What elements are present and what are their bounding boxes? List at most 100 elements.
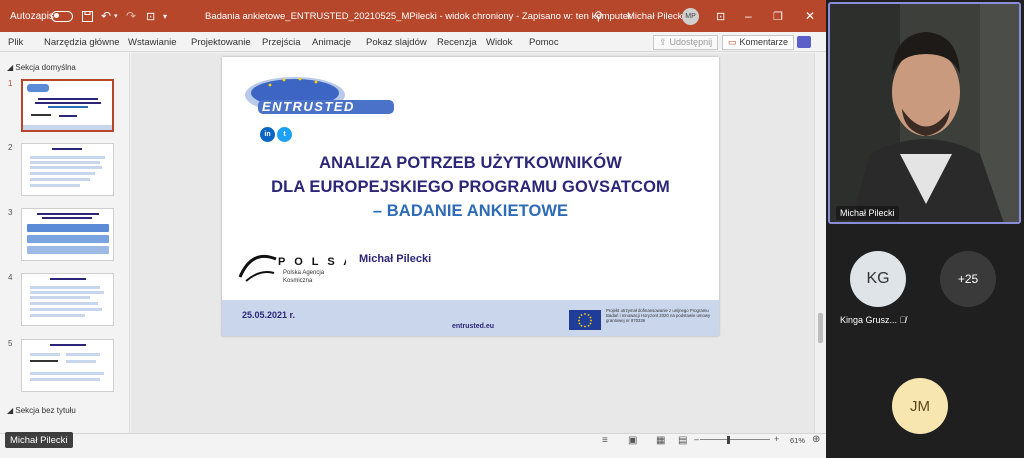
comments-label: Komentarze xyxy=(739,37,789,47)
polsa-wordmark: P O L S A xyxy=(278,256,346,268)
twitter-icon[interactable]: t xyxy=(277,127,292,142)
participant-label: Kinga Grusz... 🎙̸ xyxy=(840,315,906,325)
thumb-logo xyxy=(27,84,49,92)
tab-review[interactable]: Recenzja xyxy=(437,32,477,52)
slide-title-line3: – BADANIE ANKIETOWE xyxy=(372,202,569,220)
user-name[interactable]: Michał Pilecki xyxy=(627,0,685,32)
undo-icon[interactable]: ↶ xyxy=(101,0,111,32)
section-collapse-icon: ◢ xyxy=(7,63,14,72)
user-avatar[interactable]: MP xyxy=(682,0,699,32)
present-icon[interactable]: ⊡ xyxy=(146,0,155,32)
slide-thumbnails-pane: ◢ Sekcja domyślna 1 2 3 4 5 ◢ Sekcja bez… xyxy=(0,53,130,433)
notes-bar xyxy=(0,433,826,448)
section-default[interactable]: ◢ Sekcja domyślna xyxy=(7,63,76,72)
tab-transitions[interactable]: Przejścia xyxy=(262,32,301,52)
comment-icon: ▭ xyxy=(728,36,737,47)
zoom-slider[interactable] xyxy=(700,439,770,440)
zoom-slider-knob[interactable] xyxy=(727,436,730,444)
eu-funding-text: Projekt otrzymał dofinansowanie z unijne… xyxy=(606,308,711,323)
saved-status: Zapisano w: ten komputer xyxy=(521,10,632,22)
slide-thumbnail-4[interactable] xyxy=(21,273,114,326)
more-participants-button[interactable]: +25 xyxy=(940,251,996,307)
undo-dropdown-icon[interactable]: ▾ xyxy=(114,0,118,32)
tab-animations[interactable]: Animacje xyxy=(312,32,351,52)
zoom-out-icon[interactable]: – xyxy=(694,434,699,444)
eu-flag-icon xyxy=(569,310,601,330)
footer-url: entrusted.eu xyxy=(452,323,495,330)
title-bar: Autozapis ↶ ▾ ↷ ⊡ ▾ Badania ankietowe_EN… xyxy=(0,0,826,32)
separator: - xyxy=(516,10,520,22)
participant-name: Kinga Grusz... xyxy=(840,315,898,325)
speaker-video-image xyxy=(830,4,1019,222)
thumb-number: 2 xyxy=(8,143,13,152)
current-slide[interactable]: ENTRUSTED in t ANALIZA POTRZEB UŻYTKOWNI… xyxy=(222,57,719,336)
separator: - xyxy=(439,10,443,22)
tab-insert[interactable]: Wstawianie xyxy=(128,32,177,52)
slide-sorter-icon[interactable]: ▦ xyxy=(656,435,665,446)
tab-file[interactable]: Plik xyxy=(8,32,23,52)
save-icon[interactable] xyxy=(82,0,93,32)
polsa-name-line2: Kosmiczna xyxy=(283,278,313,284)
tab-slideshow[interactable]: Pokaz slajdów xyxy=(366,32,427,52)
scrollbar-thumb[interactable] xyxy=(818,313,823,343)
search-icon[interactable]: ⚲ xyxy=(594,0,603,32)
reading-view-icon[interactable]: ▤ xyxy=(678,435,687,446)
polsa-name-line1: Polska Agencja xyxy=(283,270,325,276)
linkedin-icon[interactable]: in xyxy=(260,127,275,142)
customize-toolbar-icon[interactable]: ▾ xyxy=(163,0,167,32)
ribbon-tabs: Plik Narzędzia główne Wstawianie Projekt… xyxy=(0,32,826,52)
share-icon: ⇪ xyxy=(659,36,667,47)
share-button[interactable]: ⇪ Udostępnij xyxy=(653,32,719,52)
editor-scrollbar[interactable] xyxy=(814,53,826,433)
window-title: Badania ankietowe_ENTRUSTED_20210525_MPi… xyxy=(205,0,631,32)
entrusted-logo: ENTRUSTED xyxy=(245,77,394,114)
slide-footer: 25.05.2021 r. entrusted.eu Projekt otrzy… xyxy=(222,300,719,336)
autosave-toggle[interactable] xyxy=(51,0,73,32)
slide-title-line2: DLA EUROPEJSKIEGO PROGRAMU GOVSATCOM xyxy=(271,178,670,196)
close-icon[interactable]: ✕ xyxy=(805,0,815,32)
notes-icon[interactable]: ≡ xyxy=(602,435,608,446)
section-untitled[interactable]: ◢ Sekcja bez tytułu xyxy=(7,406,76,415)
powerpoint-window: Autozapis ↶ ▾ ↷ ⊡ ▾ Badania ankietowe_EN… xyxy=(0,0,826,458)
slide-thumbnail-2[interactable] xyxy=(21,143,114,196)
teams-icon[interactable] xyxy=(797,32,811,52)
screen: Autozapis ↶ ▾ ↷ ⊡ ▾ Badania ankietowe_EN… xyxy=(0,0,1024,458)
autosave-label: Autozapis xyxy=(10,10,54,22)
normal-view-icon[interactable]: ▣ xyxy=(628,435,637,446)
minimize-icon[interactable]: – xyxy=(745,0,752,32)
speaker-video[interactable]: Michał Pilecki xyxy=(828,2,1021,224)
thumb-number: 3 xyxy=(8,208,13,217)
status-bar xyxy=(0,448,826,458)
slide-thumbnail-5[interactable] xyxy=(21,339,114,392)
presentation-date: 25.05.2021 r. xyxy=(242,310,296,320)
thumb-number: 1 xyxy=(8,79,13,88)
presenter-name-tag: Michał Pilecki xyxy=(5,432,73,448)
zoom-in-icon[interactable]: + xyxy=(774,434,779,444)
logo-text: ENTRUSTED xyxy=(262,99,355,114)
tab-home[interactable]: Narzędzia główne xyxy=(44,32,120,52)
section-default-label: Sekcja domyślna xyxy=(15,63,76,72)
thumb-number: 4 xyxy=(8,273,13,282)
tab-view[interactable]: Widok xyxy=(486,32,512,52)
restore-icon[interactable]: ❐ xyxy=(773,0,783,32)
author-name: Michał Pilecki xyxy=(359,253,432,265)
zoom-level[interactable]: 61% xyxy=(790,436,805,445)
tab-design[interactable]: Projektowanie xyxy=(191,32,251,52)
slide-title-line1: ANALIZA POTRZEB UŻYTKOWNIKÓW xyxy=(319,154,622,172)
slide-thumbnail-1[interactable] xyxy=(21,79,114,132)
slide-thumbnail-3[interactable] xyxy=(21,208,114,261)
ribbon-options-icon[interactable]: ⊡ xyxy=(716,0,725,32)
redo-icon[interactable]: ↷ xyxy=(126,0,136,32)
document-title: Badania ankietowe_ENTRUSTED_20210525_MPi… xyxy=(205,10,437,22)
avatar-initials: MP xyxy=(682,7,699,25)
participant-avatar-kg[interactable]: KG xyxy=(850,251,906,307)
tab-help[interactable]: Pomoc xyxy=(529,32,559,52)
participant-avatar-jm[interactable]: JM xyxy=(892,378,948,434)
protected-view-label: widok chroniony xyxy=(445,10,514,22)
speaker-name: Michał Pilecki xyxy=(836,206,899,220)
mic-muted-icon: 🎙̸ xyxy=(899,315,907,325)
meeting-panel: Michał Pilecki KG +25 Kinga Grusz... 🎙̸ … xyxy=(826,0,1024,458)
fit-to-window-icon[interactable]: ⊕ xyxy=(812,434,820,445)
comments-button[interactable]: ▭ Komentarze xyxy=(722,32,795,52)
share-label: Udostępnij xyxy=(669,37,713,47)
